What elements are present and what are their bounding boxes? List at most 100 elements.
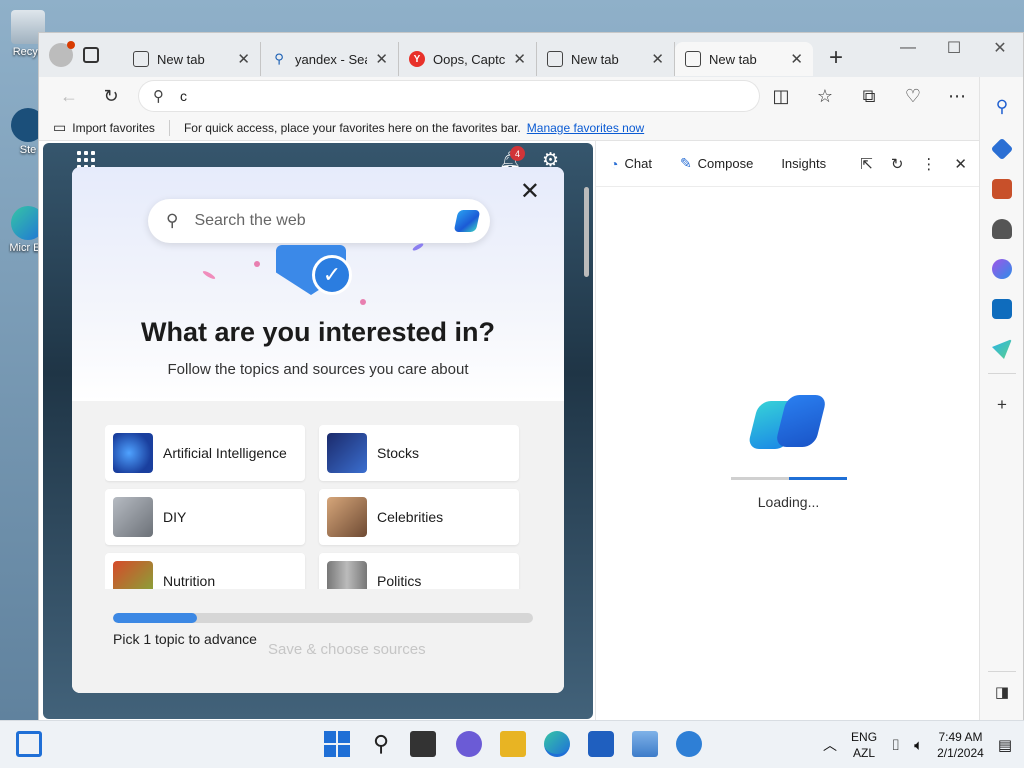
tab[interactable]: New tab ✕ <box>123 42 261 76</box>
collections-icon[interactable]: ⧉ <box>853 80 885 112</box>
refresh-icon[interactable]: ↻ <box>891 155 904 173</box>
tab-active[interactable]: New tab ✕ <box>675 42 813 76</box>
search-input[interactable]: Search the web <box>194 212 305 230</box>
confetti-decoration <box>411 242 425 252</box>
topic-thumbnail <box>113 497 153 537</box>
volume-muted-icon[interactable]: 🔈︎ <box>914 737 923 754</box>
topic-card-celebrities[interactable]: Celebrities <box>319 489 519 545</box>
clock-time: 7:49 AM <box>938 730 983 744</box>
open-in-new-tab-icon[interactable]: ⇱ <box>860 155 873 173</box>
tab[interactable]: Y Oops, Captch ✕ <box>399 42 537 76</box>
topic-label: Artificial Intelligence <box>163 445 287 461</box>
sidebar-toggle-icon[interactable]: ◨ <box>992 683 1012 701</box>
search-icon[interactable]: ⚲ <box>992 97 1012 117</box>
copilot-icon[interactable] <box>453 210 481 232</box>
copilot-loading: Loading... <box>596 391 981 510</box>
manage-favorites-link[interactable]: Manage favorites now <box>527 121 644 135</box>
close-tab-icon[interactable]: ✕ <box>237 50 250 68</box>
language-line1: ENG <box>851 730 878 744</box>
language-indicator[interactable]: ENG AZL <box>851 729 877 761</box>
tools-briefcase-icon[interactable] <box>992 179 1012 199</box>
refresh-icon[interactable]: ↻ <box>95 80 127 112</box>
tab-compose[interactable]: ✎ Compose <box>680 155 753 172</box>
send-icon[interactable] <box>992 339 1012 359</box>
tab[interactable]: New tab ✕ <box>537 42 675 76</box>
shopping-tag-icon[interactable] <box>990 137 1014 161</box>
topic-card-stocks[interactable]: Stocks <box>319 425 519 481</box>
toolbar: ← ↻ ⚲ c ◫ ☆ ⧉ ♡ ⋯ <box>39 77 1023 115</box>
file-explorer-icon[interactable] <box>500 731 526 757</box>
edge-sidebar: ⚲ + ◨ ⚙ <box>979 77 1023 740</box>
scrollbar[interactable] <box>584 187 589 277</box>
tab-actions-icon[interactable] <box>83 47 99 63</box>
tool-app-icon[interactable] <box>676 731 702 757</box>
content-area: 🔔︎ 4 ⚙ ✕ ⚲ Search the web ✓ What are you… <box>39 141 981 721</box>
search-icon: ⚲ <box>153 88 164 105</box>
close-window-icon[interactable]: ✕ <box>977 33 1023 63</box>
tab-insights[interactable]: Insights <box>781 156 826 171</box>
clock[interactable]: 7:49 AM 2/1/2024 <box>937 729 984 761</box>
more-options-icon[interactable]: ⋮ <box>921 155 936 173</box>
add-icon[interactable]: + <box>992 395 1012 415</box>
tab-title: New tab <box>571 51 619 67</box>
copilot-logo-icon <box>746 391 827 455</box>
maximize-icon[interactable]: ☐ <box>931 33 977 63</box>
topics-section: Artificial Intelligence Stocks DIY Celeb… <box>72 401 564 693</box>
confetti-decoration <box>201 269 217 281</box>
topic-card-diy[interactable]: DIY <box>105 489 305 545</box>
address-bar[interactable]: ⚲ c <box>139 81 759 111</box>
close-tab-icon[interactable]: ✕ <box>651 50 664 68</box>
profile-avatar[interactable] <box>49 41 75 67</box>
more-menu-icon[interactable]: ⋯ <box>941 80 973 112</box>
language-line2: AZL <box>853 746 876 760</box>
newtab-icon <box>133 51 149 67</box>
network-icon[interactable]: ⌷ <box>891 737 900 754</box>
topic-card-artificial-intelligence[interactable]: Artificial Intelligence <box>105 425 305 481</box>
tab-bar: New tab ✕ ⚲ yandex - Sear ✕ Y Oops, Capt… <box>39 33 1023 77</box>
tab-title: Oops, Captch <box>433 51 506 67</box>
close-tab-icon[interactable]: ✕ <box>375 50 388 68</box>
close-tab-icon[interactable]: ✕ <box>790 50 803 68</box>
start-icon[interactable] <box>324 731 350 757</box>
clock-date: 2/1/2024 <box>937 746 984 760</box>
task-view-icon[interactable] <box>410 731 436 757</box>
topic-card-politics[interactable]: Politics <box>319 553 519 589</box>
web-search-box[interactable]: ⚲ Search the web <box>148 199 490 243</box>
outlook-icon[interactable] <box>992 299 1012 319</box>
back-icon[interactable]: ← <box>53 80 85 112</box>
widgets-icon[interactable] <box>16 731 42 757</box>
checkmark-badge-icon: ✓ <box>276 245 352 299</box>
topic-card-nutrition[interactable]: Nutrition <box>105 553 305 589</box>
tab[interactable]: ⚲ yandex - Sear ✕ <box>261 42 399 76</box>
games-icon[interactable] <box>992 219 1012 239</box>
close-icon[interactable]: ✕ <box>954 155 967 173</box>
import-favorites-button[interactable]: Import favorites <box>72 121 155 135</box>
loading-text: Loading... <box>757 494 820 510</box>
topic-thumbnail <box>327 497 367 537</box>
split-screen-icon[interactable]: ◫ <box>765 80 797 112</box>
edge-icon[interactable] <box>544 731 570 757</box>
tab-chat[interactable]: ◔ Chat <box>610 156 652 172</box>
chevron-up-icon[interactable]: ︿ <box>823 735 837 755</box>
tab-title: yandex - Sear <box>295 51 367 67</box>
progress-hint: Pick 1 topic to advance <box>113 631 257 647</box>
copilot-pane: ◔ Chat ✎ Compose Insights ⇱ ↻ ⋮ ✕ Loadin… <box>595 141 981 721</box>
close-tab-icon[interactable]: ✕ <box>513 50 526 68</box>
confetti-decoration <box>360 299 366 305</box>
address-input[interactable]: c <box>180 88 187 104</box>
favorites-bar: ▭ Import favorites For quick access, pla… <box>39 115 1023 141</box>
browser-essentials-icon[interactable]: ♡ <box>897 80 929 112</box>
new-tab-button[interactable]: + <box>821 44 851 72</box>
save-and-choose-sources-button[interactable]: Save & choose sources <box>268 641 426 658</box>
teams-chat-icon[interactable] <box>456 731 482 757</box>
search-icon[interactable]: ⚲ <box>368 731 394 757</box>
minimize-icon[interactable]: — <box>885 33 931 63</box>
store-icon[interactable] <box>588 731 614 757</box>
search-icon: ⚲ <box>274 51 284 66</box>
notification-center-icon[interactable]: ▤ <box>998 736 1012 754</box>
monitor-app-icon[interactable] <box>632 731 658 757</box>
close-icon[interactable]: ✕ <box>520 177 540 206</box>
favorites-icon[interactable]: ☆ <box>809 80 841 112</box>
desktop-icon-label: Ste <box>19 144 37 156</box>
microsoft365-icon[interactable] <box>992 259 1012 279</box>
